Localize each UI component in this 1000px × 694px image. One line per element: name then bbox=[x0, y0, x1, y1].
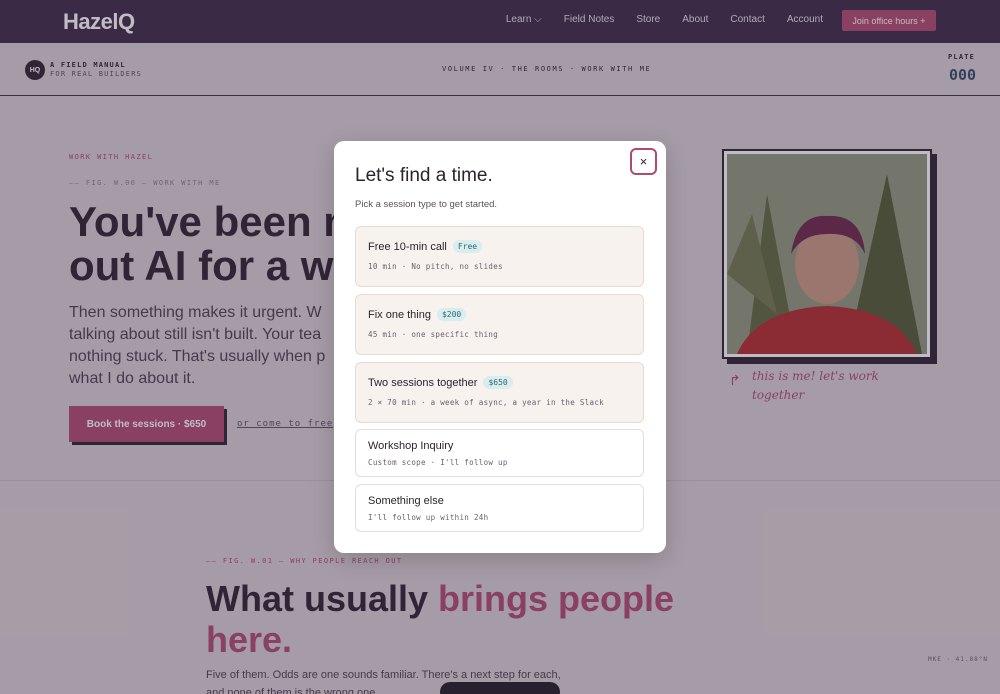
session-option-something-else[interactable]: Something else I'll follow up within 24h bbox=[355, 484, 644, 532]
session-option-workshop-inquiry[interactable]: Workshop Inquiry Custom scope · I'll fol… bbox=[355, 429, 644, 477]
option-meta: 2 × 70 min · a week of async, a year in … bbox=[368, 398, 604, 407]
price-badge: $200 bbox=[436, 308, 467, 321]
session-option-fix-one-thing[interactable]: Fix one thing $200 45 min · one specific … bbox=[355, 294, 644, 355]
option-title: Free 10-min call bbox=[368, 241, 447, 253]
close-button[interactable]: × bbox=[630, 148, 657, 175]
close-icon: × bbox=[639, 154, 648, 169]
modal-subtitle: Pick a session type to get started. bbox=[355, 199, 498, 210]
session-option-free-call[interactable]: Free 10-min call Free 10 min · No pitch, … bbox=[355, 226, 644, 287]
session-option-two-sessions[interactable]: Two sessions together $650 2 × 70 min · a… bbox=[355, 362, 644, 423]
price-badge: Free bbox=[452, 240, 483, 253]
option-title: Workshop Inquiry bbox=[368, 440, 454, 452]
option-meta: 10 min · No pitch, no slides bbox=[368, 262, 503, 271]
option-title: Fix one thing bbox=[368, 309, 431, 321]
option-meta: Custom scope · I'll follow up bbox=[368, 458, 508, 467]
option-title: Two sessions together bbox=[368, 377, 478, 389]
option-title: Something else bbox=[368, 495, 444, 507]
price-badge: $650 bbox=[483, 376, 513, 389]
option-meta: 45 min · one specific thing bbox=[368, 330, 499, 339]
modal-title: Let's find a time. bbox=[355, 165, 493, 186]
booking-modal: × Let's find a time. Pick a session type… bbox=[334, 141, 666, 553]
option-meta: I'll follow up within 24h bbox=[368, 513, 489, 522]
